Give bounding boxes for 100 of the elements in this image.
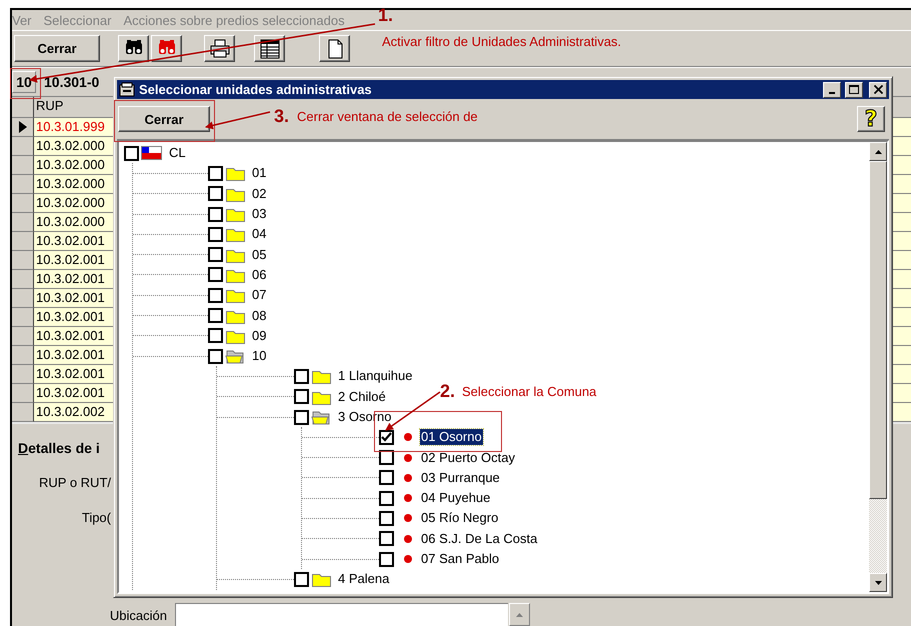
row-header[interactable]	[12, 194, 34, 213]
row-header[interactable]	[12, 175, 34, 194]
checkbox[interactable]	[294, 410, 309, 424]
checkbox[interactable]	[379, 531, 394, 546]
annotation-text: Seleccionar la Comuna	[462, 384, 596, 399]
checkbox[interactable]	[208, 328, 223, 344]
tree-item[interactable]: 07	[251, 287, 268, 304]
row-header[interactable]	[12, 308, 34, 327]
scroll-down-button[interactable]	[869, 573, 887, 592]
tree-item[interactable]: 01	[251, 165, 268, 182]
checkbox[interactable]	[379, 510, 394, 526]
table-icon	[258, 38, 280, 60]
tree-item[interactable]: 1 Llanquihue	[337, 368, 414, 384]
row-header[interactable]	[12, 232, 34, 251]
tree-item[interactable]: 04	[251, 226, 268, 242]
annotation-number: 1.	[378, 5, 394, 26]
tree-item[interactable]: 10	[251, 348, 268, 364]
checkbox[interactable]	[379, 552, 394, 567]
tree-item[interactable]: 09	[251, 328, 268, 344]
tree-item[interactable]: 07 San Pablo	[420, 551, 500, 568]
tree-item[interactable]: 02	[251, 186, 268, 202]
checkbox[interactable]	[379, 470, 394, 486]
row-header[interactable]	[12, 270, 34, 289]
record-code: 10.301-0	[44, 74, 100, 90]
tree-item[interactable]: 03	[251, 206, 268, 222]
location-field[interactable]	[175, 603, 508, 626]
tree-item[interactable]: 05 Río Negro	[420, 510, 500, 526]
checkbox[interactable]	[208, 226, 223, 242]
field-label: RUP o RUT/	[38, 475, 111, 490]
table-cell: 10.3.02.001	[34, 308, 114, 327]
maximize-button[interactable]	[845, 82, 863, 98]
tree-item[interactable]: 01 Osorno	[420, 429, 483, 446]
scroll-thumb[interactable]	[869, 161, 887, 499]
table-cell: 10.3.02.001	[34, 232, 114, 251]
toolbar-button[interactable]	[204, 35, 235, 62]
minimize-icon	[829, 92, 835, 94]
row-header[interactable]	[12, 137, 34, 156]
row-header[interactable]	[12, 213, 34, 232]
row-header[interactable]	[12, 384, 34, 403]
row-header[interactable]	[12, 289, 34, 308]
checkbox[interactable]	[208, 186, 223, 202]
scrollbar[interactable]	[869, 142, 887, 592]
record-number[interactable]: 10	[12, 70, 36, 92]
tree-item[interactable]: 05	[251, 246, 268, 263]
tree-item[interactable]: 08	[251, 308, 268, 324]
table-cell: 10.3.02.001	[34, 365, 114, 384]
field-label: Ubicación	[108, 608, 168, 625]
table-cell: 10.3.02.000	[34, 194, 114, 213]
checkbox[interactable]	[208, 288, 223, 303]
table-cell: 10.3.01.999	[34, 118, 114, 137]
toolbar-button[interactable]	[118, 35, 149, 62]
close-button[interactable]: Cerrar	[14, 35, 100, 62]
checkbox[interactable]	[379, 450, 394, 466]
checkbox[interactable]	[294, 389, 309, 404]
checkbox[interactable]	[208, 348, 223, 364]
tree-item[interactable]: 03 Purranque	[420, 470, 501, 486]
tree-item[interactable]: CL	[168, 145, 187, 162]
annotation-number: 3.	[274, 106, 290, 127]
row-header[interactable]	[12, 403, 34, 422]
toolbar-button[interactable]	[254, 35, 285, 62]
tree-item[interactable]: 06 S.J. De La Costa	[420, 530, 538, 547]
dot-icon	[404, 534, 412, 543]
tree-item[interactable]: 4 Palena	[337, 571, 390, 588]
tree-item[interactable]: 06	[251, 266, 268, 283]
annotation-text: Cerrar ventana de selección de	[297, 109, 478, 124]
table-cell: 10.3.02.001	[34, 251, 114, 270]
row-header[interactable]	[12, 365, 34, 384]
close-button[interactable]: Cerrar	[118, 106, 210, 132]
tree-item[interactable]: 02 Puerto Octay	[420, 450, 516, 466]
minimize-button[interactable]	[823, 82, 841, 98]
annotation-number: 2.	[440, 381, 456, 402]
window-title: Seleccionar unidades administrativas	[139, 82, 372, 97]
table-cell: 10.3.02.000	[34, 156, 114, 175]
scroll-up-button[interactable]	[869, 142, 887, 161]
checkbox[interactable]	[379, 430, 394, 445]
row-header[interactable]	[12, 327, 34, 346]
dot-icon	[404, 454, 412, 462]
close-button[interactable]	[869, 82, 887, 98]
table-cell: 10.3.02.001	[34, 270, 114, 289]
row-header[interactable]	[12, 251, 34, 270]
row-header[interactable]	[12, 118, 34, 137]
close-icon	[874, 85, 882, 94]
checkbox[interactable]	[208, 166, 223, 181]
checkbox[interactable]	[208, 267, 223, 282]
checkbox[interactable]	[294, 368, 309, 384]
checkbox[interactable]	[124, 146, 139, 161]
toolbar-button[interactable]	[319, 35, 350, 62]
arrow-down-icon	[874, 580, 882, 584]
tree-item[interactable]: 04 Puyehue	[420, 490, 492, 506]
table-cell: 10.3.02.001	[34, 289, 114, 308]
tree-item[interactable]: 2 Chiloé	[337, 388, 387, 405]
checkbox[interactable]	[379, 490, 394, 506]
row-header[interactable]	[12, 156, 34, 175]
checkbox[interactable]	[208, 247, 223, 262]
checkbox[interactable]	[294, 572, 309, 587]
row-header[interactable]	[12, 346, 34, 365]
checkbox[interactable]	[208, 206, 223, 222]
toolbar-button[interactable]	[151, 35, 182, 62]
checkbox[interactable]	[208, 308, 223, 324]
printer-icon	[208, 38, 230, 60]
